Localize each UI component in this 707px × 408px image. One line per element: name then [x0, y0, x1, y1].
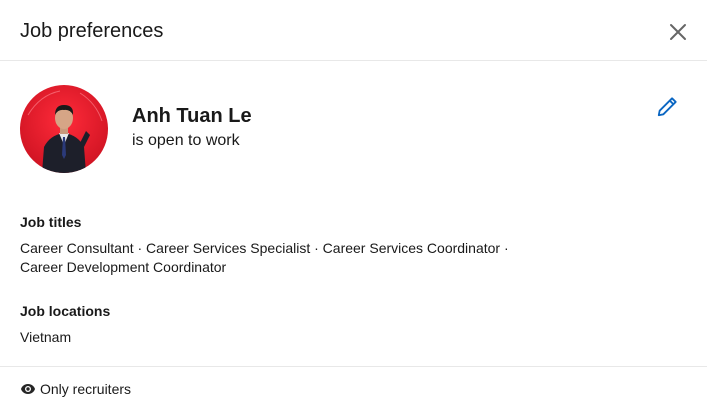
open-to-work-status: is open to work [132, 132, 240, 149]
dialog-header: Job preferences [0, 0, 707, 61]
profile-summary: Anh Tuan Le is open to work [20, 85, 687, 175]
avatar [20, 85, 108, 173]
job-preferences-dialog: Job preferences Anh Tuan Le is open to w… [0, 0, 707, 408]
dialog-footer: Only recruiters [0, 366, 707, 408]
eye-icon [20, 381, 36, 397]
pencil-icon [657, 97, 677, 117]
job-locations-value: Vietnam [20, 329, 72, 345]
job-titles-label: Job titles [20, 214, 82, 230]
job-titles-line-2: Career Development Coordinator [20, 259, 227, 275]
close-icon [670, 24, 686, 40]
close-button[interactable] [664, 18, 692, 46]
dialog-title: Job preferences [20, 20, 164, 42]
visibility-label: Only recruiters [40, 381, 132, 397]
edit-button[interactable] [653, 93, 681, 121]
visibility-setting: Only recruiters [20, 380, 131, 398]
profile-name: Anh Tuan Le [132, 105, 252, 127]
job-titles-line-1: Career Consultant · Career Services Spec… [20, 240, 509, 256]
job-locations-label: Job locations [20, 303, 111, 319]
